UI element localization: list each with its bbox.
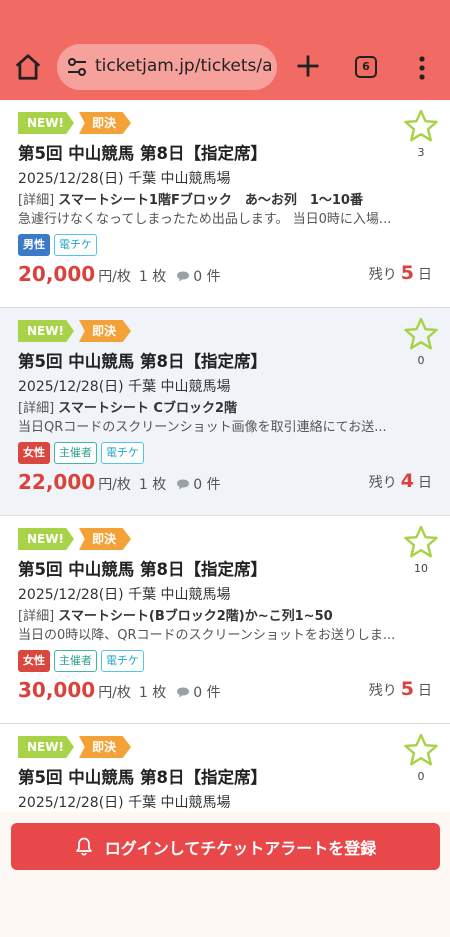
price-row: 22,000 円/枚 1 枚 0 件	[18, 470, 221, 498]
tag-male: 男性	[18, 234, 50, 256]
days-remaining: 残り 4 日	[369, 470, 432, 492]
star-outline-icon[interactable]	[404, 525, 438, 559]
listing-card[interactable]: NEW! 即決 0 第5回 中山競馬 第8日【指定席】 2025/12/28(日…	[0, 724, 450, 820]
tab-switcher-button[interactable]: 6	[355, 56, 377, 78]
address-bar[interactable]: ticketjam.jp/tickets/a	[57, 44, 277, 90]
sokketsu-badge: 即決	[79, 736, 131, 758]
home-icon[interactable]	[13, 52, 43, 82]
browser-toolbar: ticketjam.jp/tickets/a 6	[0, 0, 450, 100]
tag-list: 女性 主催者 電チケ	[18, 442, 144, 464]
listing-card[interactable]: NEW! 即決 10 第5回 中山競馬 第8日【指定席】 2025/12/28(…	[0, 516, 450, 724]
detail-label: [詳細]	[18, 609, 55, 624]
remain-label: 残り	[368, 475, 397, 491]
favorite-count: 0	[417, 354, 425, 367]
bell-icon	[75, 837, 92, 856]
quantity: 1 枚	[138, 477, 167, 493]
listing-card[interactable]: NEW! 即決 0 第5回 中山競馬 第8日【指定席】 2025/12/28(日…	[0, 308, 450, 516]
price-unit: 円/枚	[98, 477, 131, 493]
new-badge: NEW!	[18, 112, 74, 134]
listing-title[interactable]: 第5回 中山競馬 第8日【指定席】	[18, 140, 267, 164]
comment-count: 0 件	[193, 269, 221, 285]
favorite-count: 10	[414, 562, 428, 575]
listing-description: 急遽行けなくなってしまったため出品します。 当日0時に入場...	[18, 212, 392, 227]
url-text[interactable]: ticketjam.jp/tickets/a	[95, 56, 271, 80]
star-outline-icon[interactable]	[404, 733, 438, 767]
favorite-count: 0	[417, 770, 425, 783]
event-date: 2025/12/28(日) 千葉 中山競馬場	[18, 587, 231, 603]
sokketsu-badge: 即決	[79, 112, 131, 134]
seat-detail: [詳細] スマートシート(Bブロック2階)か~こ列1~50	[18, 605, 432, 624]
listing-title[interactable]: 第5回 中山競馬 第8日【指定席】	[18, 556, 267, 580]
remain-unit: 日	[418, 475, 432, 491]
remain-days: 5	[400, 678, 414, 700]
event-date: 2025/12/28(日) 千葉 中山競馬場	[18, 379, 231, 395]
price-row: 30,000 円/枚 1 枚 0 件	[18, 678, 221, 706]
event-date: 2025/12/28(日) 千葉 中山競馬場	[18, 171, 231, 187]
price-unit: 円/枚	[98, 685, 131, 701]
price: 30,000	[18, 678, 96, 702]
tune-icon[interactable]	[66, 57, 88, 77]
login-button-label[interactable]: ログインしてチケットアラートを登録	[105, 835, 377, 859]
login-alert-button[interactable]: ログインしてチケットアラートを登録	[11, 823, 440, 870]
remain-days: 5	[400, 262, 414, 284]
tag-eticket: 電チケ	[101, 650, 144, 672]
new-badge: NEW!	[18, 528, 74, 550]
star-outline-icon[interactable]	[404, 317, 438, 351]
plus-icon[interactable]	[294, 52, 322, 80]
seat-info: スマートシート Cブロック2階	[58, 401, 238, 416]
quantity: 1 枚	[138, 269, 167, 285]
remain-unit: 日	[418, 267, 432, 283]
tag-female: 女性	[18, 650, 50, 672]
days-remaining: 残り 5 日	[369, 262, 432, 284]
tag-female: 女性	[18, 442, 50, 464]
price-row: 20,000 円/枚 1 枚 0 件	[18, 262, 221, 290]
sokketsu-badge: 即決	[79, 320, 131, 342]
price-unit: 円/枚	[98, 269, 131, 285]
detail-label: [詳細]	[18, 193, 55, 208]
listing-description: 当日QRコードのスクリーンショット画像を取引連絡にてお送...	[18, 420, 387, 435]
price: 20,000	[18, 262, 96, 286]
speech-bubble-icon	[177, 687, 190, 698]
seat-detail: [詳細] スマートシート Cブロック2階	[18, 397, 432, 416]
listing-description: 当日の0時以降、QRコードのスクリーンショットをお送りしま...	[18, 628, 396, 643]
listing-card[interactable]: NEW! 即決 3 第5回 中山競馬 第8日【指定席】 2025/12/28(日…	[0, 100, 450, 308]
days-remaining: 残り 5 日	[369, 678, 432, 700]
detail-label: [詳細]	[18, 401, 55, 416]
seat-info: スマートシート(Bブロック2階)か~こ列1~50	[58, 609, 333, 624]
listing-list: NEW! 即決 3 第5回 中山競馬 第8日【指定席】 2025/12/28(日…	[0, 100, 450, 820]
new-badge: NEW!	[18, 736, 74, 758]
sokketsu-badge: 即決	[79, 528, 131, 550]
tag-host: 主催者	[54, 442, 97, 464]
speech-bubble-icon	[177, 271, 190, 282]
tag-list: 男性 電チケ	[18, 234, 97, 256]
remain-days: 4	[400, 470, 414, 492]
tag-list: 女性 主催者 電チケ	[18, 650, 144, 672]
remain-label: 残り	[368, 683, 397, 699]
tag-eticket: 電チケ	[54, 234, 97, 256]
comment-count: 0 件	[193, 477, 221, 493]
listing-title[interactable]: 第5回 中山競馬 第8日【指定席】	[18, 348, 267, 372]
tag-host: 主催者	[54, 650, 97, 672]
listing-title[interactable]: 第5回 中山競馬 第8日【指定席】	[18, 764, 267, 788]
new-badge: NEW!	[18, 320, 74, 342]
star-outline-icon[interactable]	[404, 109, 438, 143]
quantity: 1 枚	[138, 685, 167, 701]
event-date: 2025/12/28(日) 千葉 中山競馬場	[18, 795, 231, 811]
speech-bubble-icon	[177, 479, 190, 490]
favorite-count: 3	[417, 146, 425, 159]
comment-count: 0 件	[193, 685, 221, 701]
remain-label: 残り	[368, 267, 397, 283]
remain-unit: 日	[418, 683, 432, 699]
tag-eticket: 電チケ	[101, 442, 144, 464]
footer-bar: ログインしてチケットアラートを登録	[0, 812, 450, 937]
more-vert-icon[interactable]	[415, 55, 429, 81]
seat-info: スマートシート1階Fブロック あ〜お列 1〜10番	[58, 193, 363, 208]
seat-detail: [詳細] スマートシート1階Fブロック あ〜お列 1〜10番	[18, 189, 432, 208]
price: 22,000	[18, 470, 96, 494]
